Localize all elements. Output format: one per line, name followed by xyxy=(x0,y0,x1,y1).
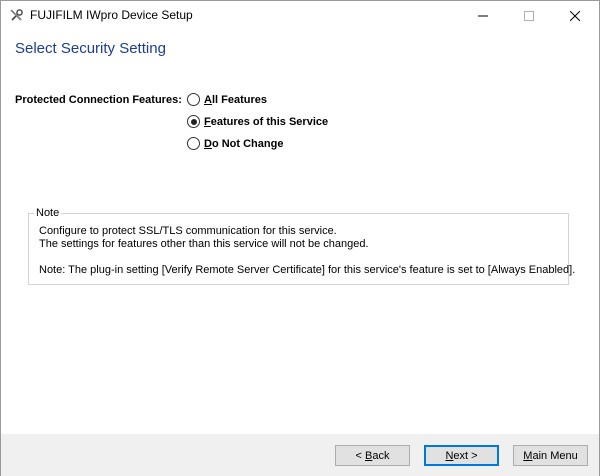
back-button[interactable]: < Back xyxy=(335,445,410,466)
page-title: Select Security Setting xyxy=(15,40,166,57)
note-line-1: Configure to protect SSL/TLS communicati… xyxy=(39,225,337,237)
close-icon xyxy=(570,10,580,21)
radio-do-not-change[interactable]: Do Not Change xyxy=(187,137,283,150)
radio-features-of-this-service[interactable]: Features of this Service xyxy=(187,115,328,128)
note-line-2: The settings for features other than thi… xyxy=(39,238,369,250)
minimize-button[interactable] xyxy=(460,1,506,30)
next-button[interactable]: Next > xyxy=(424,445,499,466)
button-bar xyxy=(1,434,599,476)
note-legend: Note xyxy=(34,207,62,219)
radio-all-features[interactable]: All Features xyxy=(187,93,267,106)
protected-connection-label: Protected Connection Features: xyxy=(15,94,182,106)
title-bar[interactable]: FUJIFILM IWpro Device Setup xyxy=(1,1,599,30)
setup-window: FUJIFILM IWpro Device Setup Select Secur… xyxy=(0,0,600,476)
window-title: FUJIFILM IWpro Device Setup xyxy=(30,8,193,22)
note-line-3: Note: The plug-in setting [Verify Remote… xyxy=(39,264,576,276)
wrench-screwdriver-icon xyxy=(9,7,25,23)
radio-button[interactable] xyxy=(187,93,200,106)
radio-button-selected[interactable] xyxy=(187,115,200,128)
close-button[interactable] xyxy=(552,1,598,30)
main-menu-button[interactable]: Main Menu xyxy=(513,445,588,466)
maximize-button[interactable] xyxy=(506,1,552,30)
radio-button[interactable] xyxy=(187,137,200,150)
